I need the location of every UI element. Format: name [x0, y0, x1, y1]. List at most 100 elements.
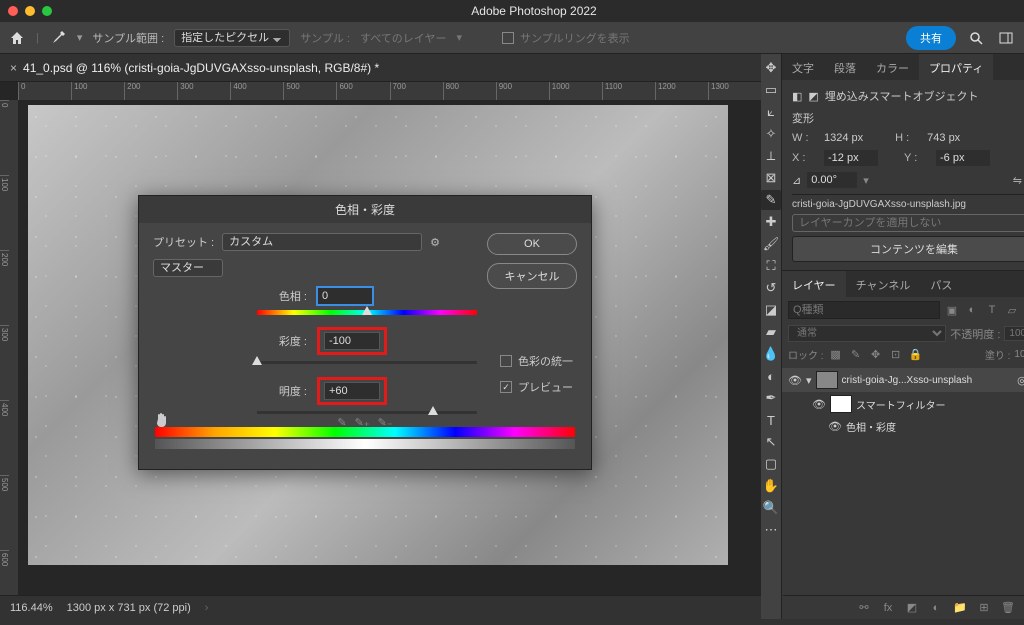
wand-tool[interactable]: ✧: [761, 124, 781, 144]
y-input[interactable]: [936, 150, 990, 166]
preset-select[interactable]: カスタム: [222, 233, 422, 251]
hue-slider-thumb[interactable]: [362, 306, 372, 315]
minimize-window[interactable]: [25, 6, 35, 16]
filter-name[interactable]: 色相・彩度: [846, 419, 1024, 434]
path-select-tool[interactable]: ↖: [761, 432, 781, 452]
eyedropper-tool[interactable]: ✎: [761, 190, 781, 210]
blur-tool[interactable]: 💧: [761, 344, 781, 364]
show-ring-checkbox[interactable]: [502, 32, 514, 44]
lock-artboard-icon[interactable]: ⊡: [888, 346, 904, 362]
visibility-icon[interactable]: 👁: [812, 397, 826, 411]
properties-tabs: 文字 段落 カラー プロパティ ≡: [782, 54, 1024, 80]
close-window[interactable]: [8, 6, 18, 16]
hue-input[interactable]: [317, 287, 373, 305]
tab-layers[interactable]: レイヤー: [782, 271, 846, 297]
trash-icon[interactable]: 🗑: [1000, 600, 1016, 616]
x-input[interactable]: [824, 150, 878, 166]
dodge-tool[interactable]: ◐: [761, 366, 781, 386]
zoom-tool[interactable]: 🔍: [761, 498, 781, 518]
share-button[interactable]: 共有: [906, 26, 956, 50]
lock-pixels-icon[interactable]: ▩: [828, 346, 844, 362]
lock-paint-icon[interactable]: ✎: [848, 346, 864, 362]
crop-tool[interactable]: ⟂: [761, 146, 781, 166]
type-tool[interactable]: T: [761, 410, 781, 430]
colorize-label: 色彩の統一: [518, 353, 573, 369]
angle-input[interactable]: [807, 172, 857, 188]
layer-comp-select[interactable]: レイヤーカンプを適用しない: [792, 214, 1024, 232]
smart-filter-row[interactable]: 👁 スマートフィルター: [782, 392, 1024, 416]
visibility-icon[interactable]: 👁: [788, 373, 802, 387]
lock-position-icon[interactable]: ✥: [868, 346, 884, 362]
layer-name[interactable]: cristi-goia-Jg...Xsso-unsplash: [842, 375, 1014, 386]
lightness-slider-thumb[interactable]: [428, 406, 438, 415]
frame-tool[interactable]: ⊠: [761, 168, 781, 188]
gradient-tool[interactable]: ▰: [761, 322, 781, 342]
layer-row[interactable]: 👁 ▾ cristi-goia-Jg...Xsso-unsplash ◎ ⌃: [782, 368, 1024, 392]
filter-adjust-icon[interactable]: ◐: [964, 302, 980, 318]
stamp-tool[interactable]: ⛶: [761, 256, 781, 276]
search-icon[interactable]: [966, 28, 986, 48]
edit-contents-button[interactable]: コンテンツを編集: [792, 236, 1024, 262]
cancel-button[interactable]: キャンセル: [487, 263, 577, 289]
mask-icon[interactable]: ◩: [904, 600, 920, 616]
tab-paragraph[interactable]: 段落: [824, 54, 866, 80]
link-icon[interactable]: ⚯: [856, 600, 872, 616]
zoom-value[interactable]: 116.44%: [10, 602, 53, 614]
saturation-input[interactable]: [324, 332, 380, 350]
visibility-icon[interactable]: 👁: [828, 420, 842, 434]
hand-tool-icon[interactable]: [153, 411, 171, 429]
opacity-value[interactable]: 100%: [1004, 326, 1024, 341]
pen-tool[interactable]: ✒: [761, 388, 781, 408]
close-tab-icon[interactable]: ×: [10, 61, 17, 75]
eyedropper-add-icon[interactable]: ✎₊: [355, 416, 370, 429]
fill-value[interactable]: 100%: [1014, 349, 1024, 360]
colorize-checkbox[interactable]: [500, 355, 512, 367]
marquee-tool[interactable]: ▭: [761, 80, 781, 100]
eyedropper-subtract-icon[interactable]: ✎₋: [378, 416, 393, 429]
home-icon[interactable]: [8, 29, 26, 47]
ok-button[interactable]: OK: [487, 233, 577, 255]
flip-h-icon[interactable]: ⇋: [1013, 174, 1022, 187]
maximize-window[interactable]: [42, 6, 52, 16]
workspace-icon[interactable]: [996, 28, 1016, 48]
lightness-input[interactable]: [324, 382, 380, 400]
lasso-tool[interactable]: ⟀: [761, 102, 781, 122]
move-tool[interactable]: ✥: [761, 58, 781, 78]
preview-checkbox[interactable]: ✓: [500, 381, 512, 393]
blend-mode-select[interactable]: 通常: [788, 325, 946, 342]
eyedropper-icon[interactable]: ✎: [337, 416, 346, 429]
filter-item-row[interactable]: 👁 色相・彩度 ≡: [782, 416, 1024, 437]
tab-paths[interactable]: パス: [920, 271, 962, 297]
show-ring-label: サンプルリングを表示: [520, 30, 630, 46]
shape-tool[interactable]: ▢: [761, 454, 781, 474]
layer-search[interactable]: [788, 301, 940, 319]
tab-channels[interactable]: チャンネル: [846, 271, 921, 297]
heal-tool[interactable]: ✚: [761, 212, 781, 232]
filter-shape-icon[interactable]: ▱: [1004, 302, 1020, 318]
tab-color[interactable]: カラー: [866, 54, 919, 80]
saturation-slider-thumb[interactable]: [252, 356, 262, 365]
channel-select[interactable]: マスター: [153, 259, 223, 277]
tab-properties[interactable]: プロパティ: [919, 54, 993, 80]
eyedropper-icon[interactable]: [49, 29, 67, 47]
group-icon[interactable]: 📁: [952, 600, 968, 616]
filter-image-icon[interactable]: ▣: [944, 302, 960, 318]
new-layer-icon[interactable]: ⊞: [976, 600, 992, 616]
adjustment-icon[interactable]: ◐: [928, 600, 944, 616]
lock-all-icon[interactable]: 🔒: [908, 346, 924, 362]
filter-text-icon[interactable]: T: [984, 302, 1000, 318]
eraser-tool[interactable]: ◪: [761, 300, 781, 320]
gear-icon[interactable]: ⚙: [430, 236, 440, 249]
titlebar: Adobe Photoshop 2022: [0, 0, 1024, 22]
sample-range-select[interactable]: 指定したピクセル: [174, 29, 290, 47]
horizontal-ruler: 0100200300400500600700800900100011001200…: [18, 82, 761, 100]
document-tab[interactable]: × 41_0.psd @ 116% (cristi-goia-JgDUVGAXs…: [10, 61, 379, 75]
tab-character[interactable]: 文字: [782, 54, 824, 80]
mask-icon: ◩: [808, 90, 818, 103]
fx-icon[interactable]: fx: [880, 600, 896, 616]
hand-tool[interactable]: ✋: [761, 476, 781, 496]
history-brush-tool[interactable]: ↺: [761, 278, 781, 298]
brush-tool[interactable]: 🖌: [761, 234, 781, 254]
more-tools[interactable]: ⋯: [761, 520, 781, 540]
hue-saturation-dialog[interactable]: 色相・彩度 OK キャンセル プリセット : カスタム ⚙ マスター 色相 : …: [138, 195, 592, 470]
